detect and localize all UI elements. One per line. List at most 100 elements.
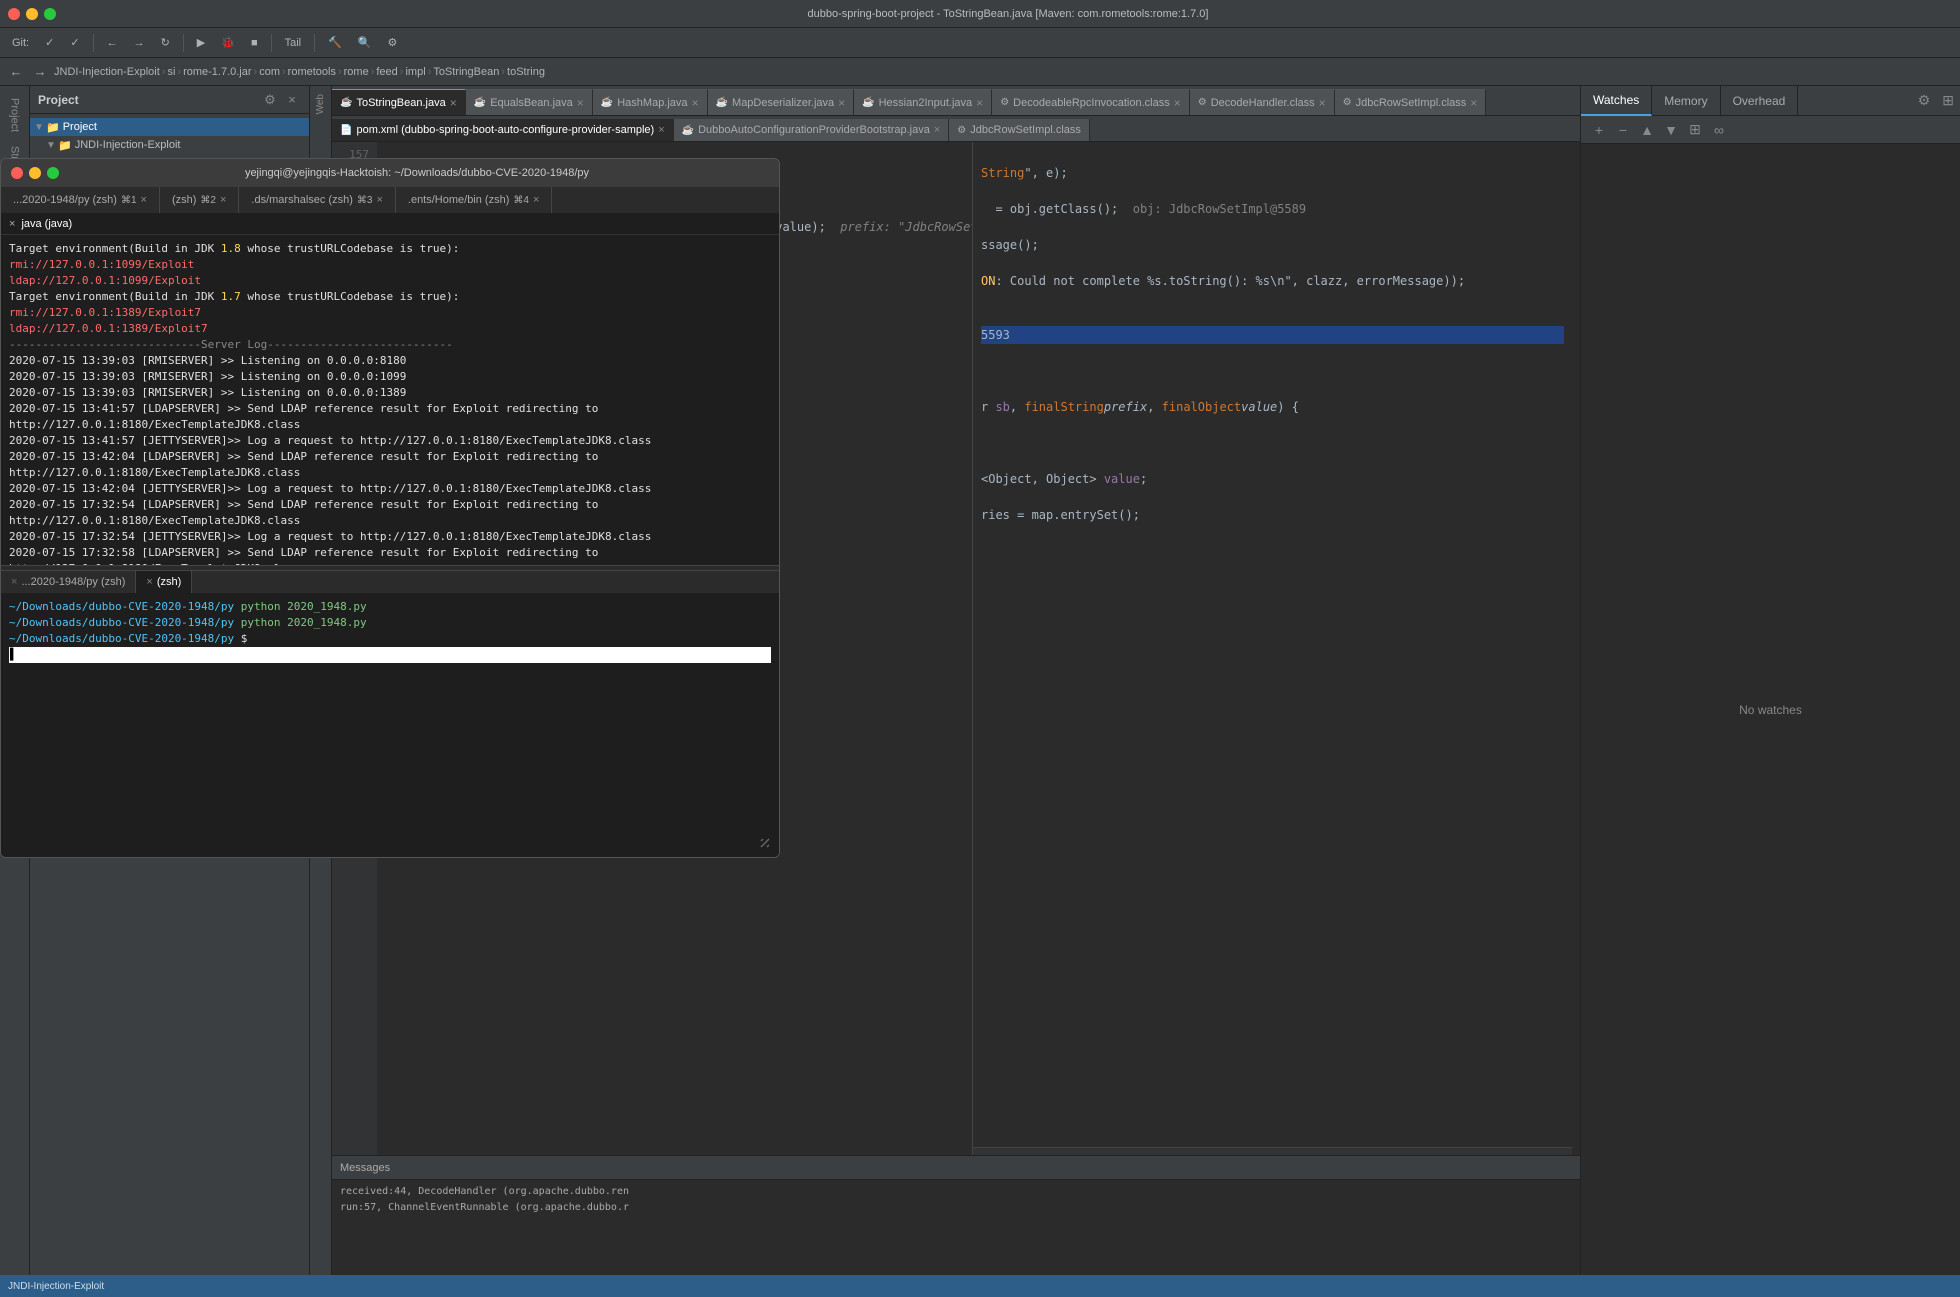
bc-jndi[interactable]: JNDI-Injection-Exploit (54, 66, 160, 78)
watches-remove-btn[interactable]: − (1613, 120, 1633, 140)
toolbar-fwd[interactable]: → (128, 35, 151, 51)
terminal-close-btn[interactable] (11, 167, 23, 179)
tab-tostringbean[interactable]: ☕ ToStringBean.java × (332, 89, 466, 115)
tab-close-mapdeserializer[interactable]: × (838, 96, 845, 110)
close-btn[interactable] (8, 8, 20, 20)
panel-settings-icon[interactable]: ⚙ (261, 91, 279, 109)
watches-copy-btn[interactable]: ⊞ (1685, 120, 1705, 140)
tab-watches[interactable]: Watches (1581, 86, 1652, 116)
lower-term-tab-python[interactable]: × (zsh) (136, 571, 192, 593)
lower-term-tab-py[interactable]: × ...2020-1948/py (zsh) (1, 571, 136, 593)
term-tab-py1[interactable]: ...2020-1948/py (zsh) ⌘1 × (1, 187, 160, 213)
tab-hessian[interactable]: ☕ Hessian2Input.java × (854, 89, 992, 115)
term-tab-zsh-close[interactable]: × (220, 194, 226, 206)
term-tab-zsh[interactable]: (zsh) ⌘2 × (160, 187, 239, 213)
bc-tostring[interactable]: toString (507, 66, 545, 78)
toolbar-refresh[interactable]: ↻ (155, 34, 176, 51)
watches-up-btn[interactable]: ▲ (1637, 120, 1657, 140)
term-line-jetty1: 2020-07-15 13:41:57 [JETTYSERVER]>> Log … (9, 433, 771, 449)
active-term-tab-close[interactable]: × (9, 218, 15, 230)
tab-label-tostringbean: ToStringBean.java (356, 97, 445, 109)
panel-close-icon[interactable]: × (283, 91, 301, 109)
term-line-serverlog: -----------------------------Server Log-… (9, 337, 771, 353)
terminal-maximize-btn[interactable] (47, 167, 59, 179)
terminal-drag-handle[interactable] (759, 837, 771, 849)
term-tab-py1-shortcut: ⌘1 (121, 195, 137, 206)
toolbar-build[interactable]: 🔨 (322, 34, 348, 51)
nav-fwd[interactable]: → (30, 62, 50, 82)
lower-tab-close-python[interactable]: × (146, 576, 152, 588)
split-scrollbar[interactable] (973, 1147, 1572, 1155)
term-line-2: Target environment(Build in JDK 1.7 whos… (9, 289, 771, 305)
file-tab-jdbc2[interactable]: ⚙ JdbcRowSetImpl.class (949, 119, 1090, 141)
editor-right-scrollbar[interactable] (1572, 142, 1580, 1155)
term-tab-py1-close[interactable]: × (141, 194, 147, 206)
project-icon[interactable]: Project (5, 94, 25, 136)
right-panel-layout-icon[interactable]: ⊞ (1936, 86, 1960, 115)
term-tab-py1-label: ...2020-1948/py (zsh) (13, 194, 117, 206)
tree-item-jndi[interactable]: ▼ 📁 JNDI-Injection-Exploit (30, 136, 309, 154)
right-panel-settings-icon[interactable]: ⚙ (1912, 86, 1937, 115)
nav-back[interactable]: ← (6, 62, 26, 82)
toolbar-git[interactable]: Git: (6, 35, 35, 51)
term-tab-marshalsec[interactable]: .ds/marshalsec (zsh) ⌘3 × (239, 187, 395, 213)
term-line-ldap4: 2020-07-15 13:42:04 [LDAPSERVER] >> Send… (9, 449, 771, 481)
tab-close-tostringbean[interactable]: × (450, 96, 457, 110)
watches-add-btn[interactable]: + (1589, 120, 1609, 140)
file-tab-close-pom[interactable]: × (658, 124, 664, 136)
bc-rome[interactable]: rome (344, 66, 369, 78)
right-panel-tabs: Watches Memory Overhead ⚙ ⊞ (1581, 86, 1960, 116)
bc-tostringbean[interactable]: ToStringBean (433, 66, 499, 78)
tab-mapdeserializer[interactable]: ☕ MapDeserializer.java × (708, 89, 855, 115)
toolbar-check[interactable]: ✓ (39, 34, 60, 51)
tab-decodehandler[interactable]: ⚙ DecodeHandler.class × (1190, 89, 1335, 115)
bottom-content: received:44, DecodeHandler (org.apache.d… (332, 1180, 1580, 1275)
tab-close-decodehandler[interactable]: × (1319, 96, 1326, 110)
toolbar-stop[interactable]: ■ (245, 35, 264, 51)
lower-term-line-2: ~/Downloads/dubbo-CVE-2020-1948/py pytho… (9, 615, 771, 631)
tab-close-hessian[interactable]: × (976, 96, 983, 110)
toolbar-back[interactable]: ← (101, 35, 124, 51)
file-tab-dubboauto[interactable]: ☕ DubboAutoConfigurationProviderBootstra… (674, 119, 950, 141)
bc-si[interactable]: si (167, 66, 175, 78)
bc-rometools[interactable]: rometools (288, 66, 336, 78)
file-tab-close-dubboauto[interactable]: × (934, 124, 940, 136)
tab-decodeable[interactable]: ⚙ DecodeableRpcInvocation.class × (992, 89, 1190, 115)
tab-memory[interactable]: Memory (1652, 86, 1720, 116)
tab-overhead-label: Overhead (1733, 94, 1786, 108)
bc-feed[interactable]: feed (376, 66, 397, 78)
tab-close-equalsbean[interactable]: × (577, 96, 584, 110)
lower-tab-close-py[interactable]: × (11, 576, 17, 588)
tab-close-decodeable[interactable]: × (1174, 96, 1181, 110)
minimize-btn[interactable] (26, 8, 38, 20)
bc-rome-jar[interactable]: rome-1.7.0.jar (183, 66, 251, 78)
terminal-minimize-btn[interactable] (29, 167, 41, 179)
strip-web-label[interactable]: Web (313, 90, 328, 118)
term-tab-marshalsec-close[interactable]: × (376, 194, 382, 206)
bottom-panel-header: Messages (332, 1156, 1580, 1180)
watches-infinity-btn[interactable]: ∞ (1709, 120, 1729, 140)
tree-label: Project (63, 121, 97, 133)
tab-hashmap[interactable]: ☕ HashMap.java × (593, 89, 708, 115)
toolbar-check2[interactable]: ✓ (64, 34, 85, 51)
toolbar-debug[interactable]: 🐞 (215, 34, 241, 51)
maximize-btn[interactable] (44, 8, 56, 20)
file-tab-pom[interactable]: 📄 pom.xml (dubbo-spring-boot-auto-config… (332, 119, 674, 141)
toolbar-search[interactable]: 🔍 (352, 34, 378, 51)
toolbar-tail[interactable]: Tail (279, 35, 308, 51)
watches-down-btn[interactable]: ▼ (1661, 120, 1681, 140)
tab-close-hashmap[interactable]: × (692, 96, 699, 110)
tab-jdbcrowset[interactable]: ⚙ JdbcRowSetImpl.class × (1335, 89, 1487, 115)
toolbar-run[interactable]: ▶ (191, 34, 211, 51)
toolbar-settings[interactable]: ⚙ (382, 34, 404, 51)
term-tab-home[interactable]: .ents/Home/bin (zsh) ⌘4 × (396, 187, 552, 213)
tab-close-jdbcrowset[interactable]: × (1470, 96, 1477, 110)
tab-label-decodehandler: DecodeHandler.class (1211, 97, 1315, 109)
term-tab-home-close[interactable]: × (533, 194, 539, 206)
tree-item-project[interactable]: ▼ 📁 Project (30, 118, 309, 136)
bc-impl[interactable]: impl (405, 66, 425, 78)
terminal-title: yejingqi@yejingqis-Hacktoish: ~/Download… (65, 167, 769, 179)
bc-com[interactable]: com (259, 66, 280, 78)
tab-equalsbean[interactable]: ☕ EqualsBean.java × (466, 89, 593, 115)
tab-overhead[interactable]: Overhead (1721, 86, 1799, 116)
